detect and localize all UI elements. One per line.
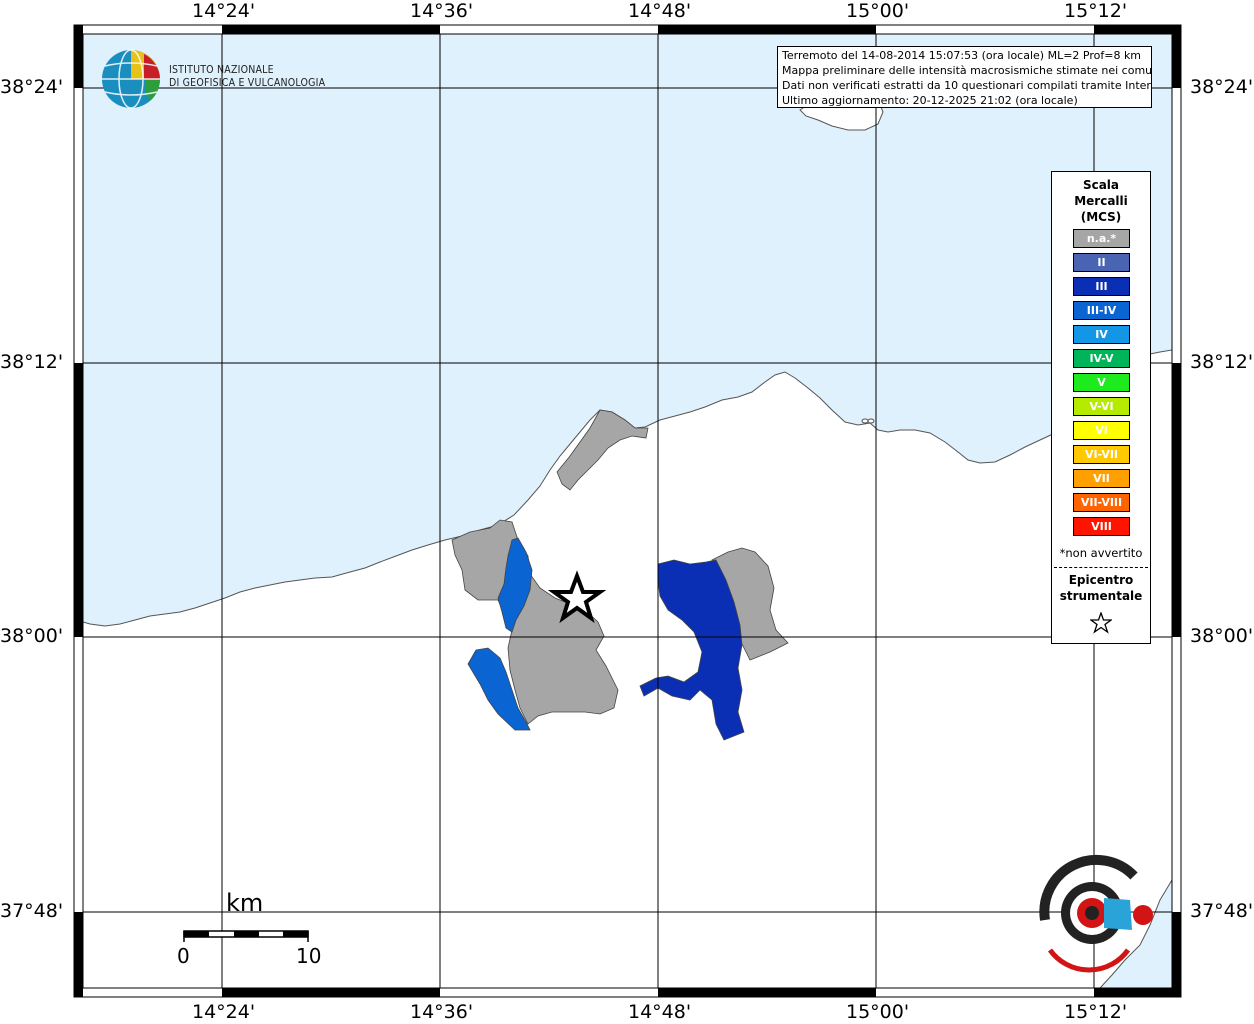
lon-label-bottom: 15°00': [846, 1001, 910, 1023]
islet: [867, 418, 875, 424]
islet: [861, 418, 869, 424]
lon-label-top: 14°36': [410, 0, 474, 22]
lat-label-left: 38°00': [0, 625, 64, 647]
ingv-logo-icon: [100, 48, 162, 114]
legend-epicenter-label: Epicentro strumentale: [1052, 572, 1150, 604]
lon-label-top: 14°48': [628, 0, 692, 22]
lat-label-right: 38°24': [1190, 76, 1254, 98]
lat-label-right: 37°48': [1190, 900, 1254, 922]
ingv-logo-text: ISTITUTO NAZIONALE DI GEOFISICA E VULCAN…: [169, 64, 325, 90]
legend-item: II: [1073, 253, 1130, 272]
legend-note: *non avvertito: [1059, 546, 1143, 560]
legend-item: V-VI: [1073, 397, 1130, 416]
lat-label-left: 37°48': [0, 900, 64, 922]
legend-epicenter-line: strumentale: [1059, 589, 1143, 603]
mcs-legend: Scala Mercalli (MCS) n.a.* II III III-IV IV I…: [1051, 171, 1151, 644]
legend-item: III: [1073, 277, 1130, 296]
legend-title-line: Scala: [1082, 178, 1120, 192]
legend-title-line: Mercalli: [1074, 194, 1128, 208]
info-line: Dati non verificati estratti da 10 quest…: [782, 79, 1152, 92]
lon-label-bottom: 15°12': [1064, 1001, 1128, 1023]
legend-item: IV: [1073, 325, 1130, 344]
legend-title-line: (MCS): [1080, 210, 1122, 224]
info-line: Mappa preliminare delle intensità macros…: [782, 64, 1152, 77]
legend-item: VIII: [1073, 517, 1130, 536]
legend-item: VII: [1073, 469, 1130, 488]
legend-item: VI: [1073, 421, 1130, 440]
legend-item: VII-VIII: [1073, 493, 1130, 512]
legend-star-icon: [1089, 611, 1113, 638]
lon-label-top: 15°00': [846, 0, 910, 22]
info-line: Terremoto del 14-08-2014 15:07:53 (ora l…: [782, 49, 1142, 62]
legend-title: Scala Mercalli (MCS): [1052, 177, 1150, 225]
scale-bar-title: km: [226, 889, 264, 917]
lon-label-bottom: 14°36': [410, 1001, 474, 1023]
legend-item: VI-VII: [1073, 445, 1130, 464]
legend-item: n.a.*: [1073, 229, 1130, 248]
legend-epicenter-line: Epicentro: [1068, 573, 1134, 587]
legend-divider: [1054, 567, 1148, 568]
lat-label-left: 38°12': [0, 351, 64, 373]
scale-bar-max: 10: [296, 944, 322, 968]
ingv-line1: ISTITUTO NAZIONALE: [169, 64, 274, 76]
lon-label-bottom: 14°24': [192, 1001, 256, 1023]
legend-item: V: [1073, 373, 1130, 392]
lon-label-bottom: 14°48': [628, 1001, 692, 1023]
lon-label-top: 15°12': [1064, 0, 1128, 22]
ingv-line2: DI GEOFISICA E VULCANOLOGIA: [169, 77, 326, 89]
legend-item: III-IV: [1073, 301, 1130, 320]
scale-bar-min: 0: [177, 944, 190, 968]
info-line: Ultimo aggiornamento: 20-12-2025 21:02 (…: [782, 94, 1078, 107]
legend-item: IV-V: [1073, 349, 1130, 368]
lon-label-top: 14°24': [192, 0, 256, 22]
lat-label-right: 38°00': [1190, 625, 1254, 647]
lat-label-left: 38°24': [0, 76, 64, 98]
event-info-box: Terremoto del 14-08-2014 15:07:53 (ora l…: [777, 46, 1152, 108]
lat-label-right: 38°12': [1190, 351, 1254, 373]
